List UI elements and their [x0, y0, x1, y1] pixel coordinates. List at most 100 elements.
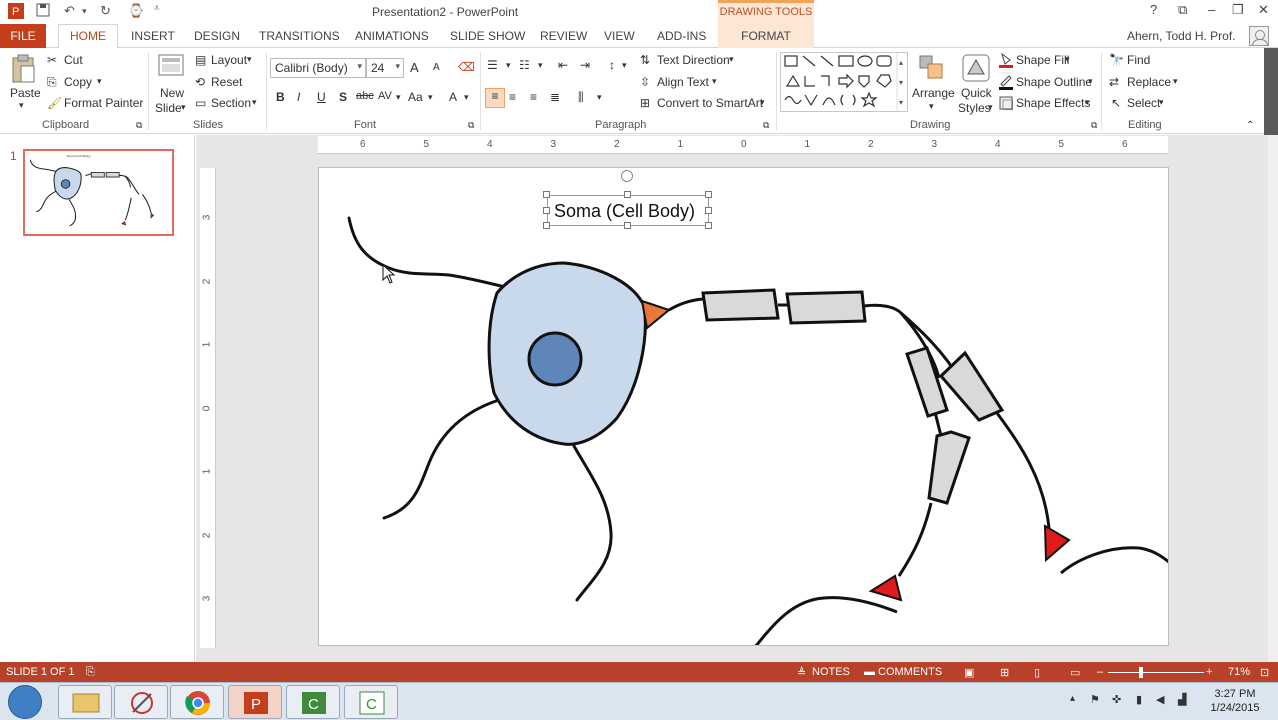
- replace-button[interactable]: Replace: [1127, 75, 1171, 89]
- chrome-icon[interactable]: [170, 685, 224, 719]
- replace-icon[interactable]: ⇄: [1109, 75, 1119, 89]
- arrange-button[interactable]: Arrange: [912, 86, 955, 100]
- resize-handle[interactable]: [543, 191, 550, 198]
- tab-animations[interactable]: ANIMATIONS: [355, 29, 429, 43]
- shape-fill-button[interactable]: Shape Fill: [1016, 53, 1069, 67]
- section-icon[interactable]: ▭: [195, 96, 206, 110]
- text-direction-button[interactable]: Text Direction: [657, 53, 730, 67]
- zoom-slider-thumb[interactable]: [1139, 667, 1143, 678]
- quick-styles-label-line2[interactable]: Styles: [958, 101, 991, 115]
- tab-file[interactable]: FILE: [0, 24, 46, 48]
- chevron-down-icon[interactable]: ▾: [988, 102, 993, 113]
- chevron-down-icon[interactable]: ▾: [396, 92, 401, 103]
- user-account-name[interactable]: Ahern, Todd H. Prof.: [1127, 29, 1236, 43]
- comments-icon[interactable]: ▬: [864, 666, 875, 678]
- zoom-in-button[interactable]: +: [1206, 666, 1212, 678]
- convert-to-smartart-button[interactable]: Convert to SmartArt: [657, 96, 763, 110]
- spelling-icon[interactable]: ⎘: [86, 666, 95, 679]
- zoom-level[interactable]: 71%: [1228, 666, 1250, 678]
- chevron-down-icon[interactable]: ▾: [538, 60, 543, 71]
- tab-design[interactable]: DESIGN: [194, 29, 240, 43]
- camtasia-icon[interactable]: C: [286, 685, 340, 719]
- tab-insert[interactable]: INSERT: [131, 29, 175, 43]
- copy-icon[interactable]: ⎘: [47, 75, 57, 90]
- font-size-select[interactable]: 24 ▾: [366, 58, 404, 78]
- ribbon-display-options-icon[interactable]: ⧉: [1178, 2, 1187, 18]
- resize-handle[interactable]: [543, 222, 550, 229]
- copy-dropdown-icon[interactable]: ▾: [97, 76, 102, 87]
- taskbar-clock[interactable]: 3:27 PM 1/24/2015: [1200, 687, 1270, 715]
- chevron-down-icon[interactable]: ▾: [622, 60, 627, 71]
- font-launcher-icon[interactable]: ⧉: [468, 120, 474, 131]
- soma-label-text[interactable]: Soma (Cell Body): [554, 201, 695, 222]
- zoom-slider[interactable]: [1108, 672, 1204, 673]
- section-dropdown-icon[interactable]: ▾: [252, 97, 257, 108]
- chevron-down-icon[interactable]: ▾: [929, 101, 934, 112]
- new-slide-icon[interactable]: [158, 54, 184, 81]
- tab-view[interactable]: VIEW: [604, 29, 635, 43]
- section-button[interactable]: Section: [211, 96, 251, 110]
- paragraph-launcher-icon[interactable]: ⧉: [763, 120, 769, 131]
- line-spacing-icon[interactable]: ↕: [609, 58, 615, 72]
- undo-dropdown-icon[interactable]: ▾: [82, 6, 87, 17]
- vertical-scrollbar[interactable]: [1268, 135, 1278, 662]
- snipping-tool-icon[interactable]: [114, 685, 168, 719]
- bullets-icon[interactable]: ☰: [487, 58, 498, 72]
- chevron-down-icon[interactable]: ▾: [1173, 76, 1178, 87]
- chevron-down-icon[interactable]: ▾: [729, 54, 734, 65]
- action-center-flag-icon[interactable]: ⚑: [1090, 693, 1100, 706]
- cut-icon[interactable]: ✂: [47, 53, 57, 67]
- tab-review[interactable]: REVIEW: [540, 29, 587, 43]
- reset-button[interactable]: Reset: [211, 75, 242, 89]
- chevron-down-icon[interactable]: ▾: [1159, 97, 1164, 108]
- undo-icon[interactable]: ↶: [64, 3, 75, 19]
- chevron-down-icon[interactable]: ▾: [1088, 76, 1093, 87]
- align-right-icon[interactable]: ≡: [530, 90, 537, 104]
- increase-indent-icon[interactable]: ⇥: [580, 58, 590, 72]
- tray-app-icon[interactable]: ✜: [1112, 693, 1121, 706]
- justify-icon[interactable]: ≣: [550, 90, 560, 104]
- layout-dropdown-icon[interactable]: ▾: [247, 54, 252, 65]
- grow-font-button[interactable]: A: [410, 60, 419, 75]
- powerpoint-taskbar-icon[interactable]: P: [228, 685, 282, 719]
- paste-button[interactable]: Paste: [10, 86, 41, 100]
- find-button[interactable]: Find: [1127, 53, 1150, 67]
- layout-button[interactable]: Layout: [211, 53, 247, 67]
- chevron-down-icon[interactable]: ▾: [597, 92, 602, 103]
- shape-effects-icon[interactable]: [999, 96, 1014, 113]
- quick-styles-label-line1[interactable]: Quick: [961, 86, 992, 100]
- font-family-select[interactable]: Calibri (Body) ▾: [270, 58, 366, 78]
- copy-button[interactable]: Copy: [64, 75, 92, 89]
- start-from-beginning-icon[interactable]: ⌚: [128, 3, 144, 19]
- shape-effects-button[interactable]: Shape Effects: [1016, 96, 1091, 110]
- new-slide-label-line1[interactable]: New: [160, 86, 184, 100]
- file-explorer-icon[interactable]: [58, 685, 112, 719]
- chevron-down-icon[interactable]: ▾: [1085, 97, 1090, 108]
- save-icon[interactable]: [36, 3, 50, 20]
- chevron-down-icon[interactable]: ▾: [760, 97, 765, 108]
- smartart-icon[interactable]: ⊞: [640, 96, 650, 110]
- start-button-icon[interactable]: [8, 685, 42, 719]
- new-slide-dropdown-icon[interactable]: ▾: [181, 102, 186, 113]
- select-button[interactable]: Select: [1127, 96, 1160, 110]
- restore-button[interactable]: ❐: [1232, 2, 1244, 18]
- fit-to-window-icon[interactable]: ⊡: [1260, 666, 1269, 679]
- cut-button[interactable]: Cut: [64, 53, 83, 67]
- italic-button[interactable]: I: [297, 90, 300, 104]
- slide-sorter-icon[interactable]: ⊞: [1000, 666, 1009, 679]
- layout-icon[interactable]: ▤: [195, 53, 206, 67]
- redo-icon[interactable]: ↻: [100, 3, 111, 19]
- slide-thumbnail[interactable]: Soma (Cell Body): [23, 149, 174, 236]
- chevron-down-icon[interactable]: ▾: [428, 92, 433, 103]
- resize-handle[interactable]: [624, 191, 631, 198]
- shape-fill-icon[interactable]: [999, 52, 1013, 71]
- strikethrough-button[interactable]: abc: [356, 90, 374, 102]
- new-slide-label-line2[interactable]: Slide: [155, 101, 182, 115]
- paste-dropdown-icon[interactable]: ▾: [19, 100, 24, 111]
- neuron-drawing[interactable]: [319, 168, 1169, 646]
- shrink-font-button[interactable]: A: [433, 62, 440, 73]
- help-icon[interactable]: ?: [1150, 2, 1157, 17]
- reset-icon[interactable]: ⟲: [195, 75, 205, 89]
- customize-toolbar-icon[interactable]: ⩡: [154, 3, 160, 14]
- align-text-button[interactable]: Align Text: [657, 75, 709, 89]
